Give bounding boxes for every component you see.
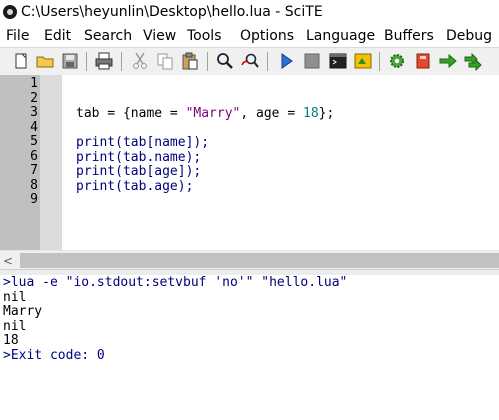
title-bar: C:\Users\heyunlin\Desktop\hello.lua - Sc…: [0, 0, 499, 27]
code-line[interactable]: [76, 78, 334, 93]
line-number: 8: [30, 177, 38, 193]
toolbar: [0, 47, 499, 77]
copy-icon[interactable]: [155, 51, 175, 71]
paste-icon[interactable]: [180, 51, 200, 71]
code-text-area[interactable]: tab = {name = "Marry", age = 18}; print(t…: [76, 78, 334, 209]
horizontal-scrollbar[interactable]: <: [0, 250, 499, 270]
code-line[interactable]: print(tab.age);: [76, 178, 334, 195]
code-token: print(tab.name);: [76, 149, 202, 165]
scroll-left-icon[interactable]: <: [3, 254, 13, 268]
cut-icon[interactable]: [130, 51, 150, 71]
line-number: 5: [30, 134, 38, 149]
line-number: 2: [30, 90, 38, 106]
code-line[interactable]: tab = {name = "Marry", age = 18};: [76, 106, 335, 122]
code-line[interactable]: print(tab.name);: [76, 149, 334, 166]
code-line[interactable]: [76, 93, 334, 108]
open-folder-icon[interactable]: [35, 51, 55, 71]
print-icon[interactable]: [94, 51, 114, 71]
window-title: C:\Users\heyunlin\Desktop\hello.lua - Sc…: [21, 4, 323, 20]
code-token: tab = {name =: [76, 106, 186, 121]
output-line: nil: [3, 318, 27, 334]
line-number: 9: [30, 192, 38, 207]
scite-app-icon: [3, 5, 17, 19]
code-editor[interactable]: 1 2 3 4 5 6 7 8 9 tab = {name = "Marry",…: [0, 75, 499, 250]
console-icon[interactable]: [328, 51, 348, 71]
settings-icon[interactable]: [387, 51, 407, 71]
scrollbar-thumb[interactable]: [20, 253, 499, 268]
step-icon[interactable]: [463, 51, 483, 72]
output-line: nil: [3, 289, 27, 305]
run-icon[interactable]: [276, 51, 296, 71]
code-token: print(tab[name]);: [76, 135, 210, 150]
line-number: 7: [30, 163, 38, 178]
fold-margin[interactable]: [40, 75, 62, 250]
line-number: 4: [30, 119, 38, 135]
output-line: Marry: [3, 304, 43, 319]
save-icon[interactable]: [60, 51, 80, 71]
line-number: 1: [30, 76, 38, 91]
code-token: print(tab[age]);: [76, 164, 202, 179]
menu-file[interactable]: File: [6, 28, 29, 44]
output-line: 18: [3, 333, 19, 348]
line-number: 3: [30, 105, 38, 120]
menu-options[interactable]: Options: [240, 28, 294, 44]
menu-buffers[interactable]: Buffers: [384, 28, 434, 44]
code-line[interactable]: [76, 122, 334, 137]
replace-icon[interactable]: [240, 51, 260, 71]
code-token: print(tab.age);: [76, 178, 194, 194]
go-icon[interactable]: [438, 51, 458, 71]
menu-search[interactable]: Search: [84, 28, 132, 44]
menu-bar: File Edit Search View Tools Options Lang…: [0, 27, 499, 47]
menu-edit[interactable]: Edit: [44, 28, 71, 44]
code-token: "Marry": [185, 106, 241, 121]
menu-language[interactable]: Language: [306, 28, 375, 44]
code-token: };: [318, 106, 335, 121]
output-line: >Exit code: 0: [3, 347, 105, 363]
build-icon[interactable]: [353, 51, 373, 71]
code-line[interactable]: [76, 194, 334, 209]
code-token: 18: [303, 106, 319, 121]
menu-debug[interactable]: Debug: [446, 28, 492, 44]
find-icon[interactable]: [215, 51, 235, 71]
menu-view[interactable]: View: [143, 28, 176, 44]
output-pane[interactable]: >lua -e "io.stdout:setvbuf 'no'" "hello.…: [0, 275, 499, 420]
output-line: >lua -e "io.stdout:setvbuf 'no'" "hello.…: [3, 275, 348, 290]
bookmark-icon[interactable]: [413, 51, 433, 71]
code-line[interactable]: print(tab[age]);: [76, 164, 334, 180]
menu-tools[interactable]: Tools: [187, 28, 222, 44]
code-token: , age =: [240, 106, 303, 121]
code-line[interactable]: print(tab[name]);: [76, 135, 334, 151]
stop-icon[interactable]: [302, 51, 322, 71]
new-file-icon[interactable]: [11, 51, 31, 71]
line-number: 6: [30, 148, 38, 164]
line-number-margin: 1 2 3 4 5 6 7 8 9: [0, 75, 40, 250]
